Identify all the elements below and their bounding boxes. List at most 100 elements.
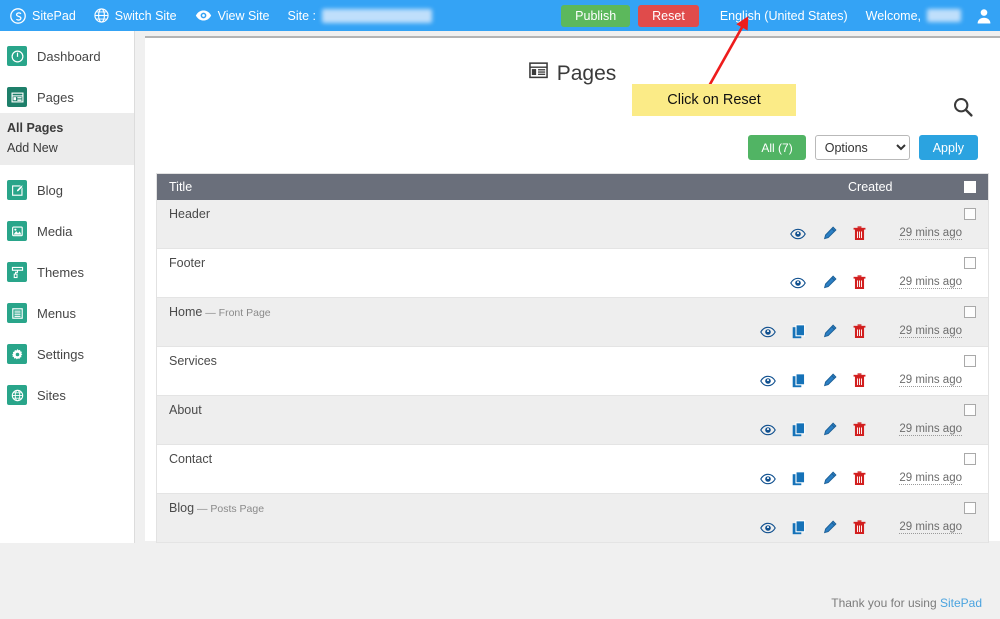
sidebar-gap-5 — [0, 288, 134, 297]
delete-trash-icon[interactable] — [853, 226, 866, 241]
row-title: Services — [169, 354, 217, 368]
preview-eye-icon[interactable] — [790, 228, 806, 240]
settings-gear-icon — [7, 344, 27, 364]
bulk-options-select[interactable]: Options — [815, 135, 910, 160]
row-action-group — [760, 471, 866, 486]
sitepad-logo-icon — [10, 8, 26, 24]
row-checkbox[interactable] — [964, 404, 976, 416]
table-row[interactable]: Header29 mins ago — [157, 200, 988, 249]
column-header-title[interactable]: Title — [169, 180, 848, 194]
sidebar-item-dashboard[interactable]: Dashboard — [0, 40, 134, 72]
delete-trash-icon[interactable] — [853, 422, 866, 437]
page-footer: Thank you for using SitePad — [0, 596, 1000, 610]
row-created-time: 29 mins ago — [899, 276, 962, 289]
sidebar-item-label: Settings — [37, 347, 84, 362]
row-checkbox[interactable] — [964, 502, 976, 514]
delete-trash-icon[interactable] — [853, 324, 866, 339]
duplicate-copy-icon[interactable] — [792, 520, 806, 535]
duplicate-copy-icon[interactable] — [792, 422, 806, 437]
select-all-checkbox[interactable] — [964, 181, 976, 193]
view-site-button[interactable]: View Site — [186, 0, 279, 31]
preview-eye-icon[interactable] — [760, 375, 776, 387]
edit-pencil-icon[interactable] — [822, 324, 837, 339]
sidebar-subitem-add-new[interactable]: Add New — [0, 138, 134, 158]
row-title-text[interactable]: Contact — [169, 452, 212, 466]
row-checkbox[interactable] — [964, 306, 976, 318]
column-header-created[interactable]: Created — [848, 180, 952, 194]
edit-pencil-icon[interactable] — [822, 520, 837, 535]
apply-button[interactable]: Apply — [919, 135, 978, 160]
menus-icon — [7, 303, 27, 323]
row-title-text[interactable]: Home — [169, 305, 202, 319]
sidebar-item-settings[interactable]: Settings — [0, 338, 134, 370]
delete-trash-icon[interactable] — [853, 471, 866, 486]
row-action-group — [760, 520, 866, 535]
duplicate-copy-icon[interactable] — [792, 471, 806, 486]
delete-trash-icon[interactable] — [853, 275, 866, 290]
row-title-text[interactable]: Header — [169, 207, 210, 221]
edit-pencil-icon[interactable] — [822, 373, 837, 388]
footer-sitepad-link[interactable]: SitePad — [940, 596, 982, 610]
search-icon[interactable] — [952, 96, 974, 121]
table-row[interactable]: About 29 mins ago — [157, 396, 988, 445]
table-row[interactable]: Blog — Posts Page29 mins ago — [157, 494, 988, 543]
sidebar: Dashboard Pages All Pages Add New Blog M… — [0, 31, 135, 543]
preview-eye-icon[interactable] — [760, 326, 776, 338]
preview-eye-icon[interactable] — [760, 473, 776, 485]
site-value-redacted — [322, 9, 432, 23]
table-header-row: Title Created — [157, 174, 988, 200]
row-created-time: 29 mins ago — [899, 423, 962, 436]
sidebar-item-media[interactable]: Media — [0, 215, 134, 247]
language-selector[interactable]: English (United States) — [711, 0, 857, 31]
preview-eye-icon[interactable] — [790, 277, 806, 289]
row-created-time: 29 mins ago — [899, 325, 962, 338]
edit-pencil-icon[interactable] — [822, 226, 837, 241]
sidebar-item-blog[interactable]: Blog — [0, 174, 134, 206]
preview-eye-icon[interactable] — [760, 522, 776, 534]
sidebar-gap-3 — [0, 206, 134, 215]
row-title-text[interactable]: Footer — [169, 256, 205, 270]
table-row[interactable]: Services29 mins ago — [157, 347, 988, 396]
reset-button[interactable]: Reset — [638, 5, 699, 27]
table-row[interactable]: Contact29 mins ago — [157, 445, 988, 494]
preview-eye-icon[interactable] — [760, 424, 776, 436]
row-title-text[interactable]: Blog — [169, 501, 194, 515]
sidebar-item-pages[interactable]: Pages — [0, 81, 134, 113]
row-title-text[interactable]: About — [169, 403, 202, 417]
edit-pencil-icon[interactable] — [822, 471, 837, 486]
row-action-group — [760, 422, 866, 437]
welcome-user[interactable]: Welcome, — [857, 0, 970, 31]
welcome-label: Welcome, — [866, 9, 921, 23]
row-title: Footer — [169, 256, 205, 270]
site-field: Site : — [279, 9, 442, 23]
edit-pencil-icon[interactable] — [822, 422, 837, 437]
table-row[interactable]: Footer 29 mins ago — [157, 249, 988, 298]
switch-site-button[interactable]: Switch Site — [85, 0, 186, 31]
brand-sitepad[interactable]: SitePad — [0, 0, 85, 31]
row-checkbox[interactable] — [964, 208, 976, 220]
row-title-text[interactable]: Services — [169, 354, 217, 368]
duplicate-copy-icon[interactable] — [792, 324, 806, 339]
delete-trash-icon[interactable] — [853, 373, 866, 388]
sidebar-item-themes[interactable]: Themes — [0, 256, 134, 288]
sidebar-item-label: Pages — [37, 90, 74, 105]
site-label: Site : — [288, 9, 317, 23]
row-title: Home — Front Page — [169, 305, 271, 319]
username-redacted — [927, 9, 961, 22]
sidebar-item-sites[interactable]: Sites — [0, 379, 134, 411]
delete-trash-icon[interactable] — [853, 520, 866, 535]
sidebar-item-menus[interactable]: Menus — [0, 297, 134, 329]
row-checkbox[interactable] — [964, 257, 976, 269]
user-icon[interactable] — [976, 8, 992, 24]
sidebar-subitem-all-pages[interactable]: All Pages — [0, 118, 134, 138]
filter-all-button[interactable]: All (7) — [748, 135, 805, 160]
table-row[interactable]: Home — Front Page 29 mins ago — [157, 298, 988, 347]
row-action-group — [790, 226, 866, 241]
row-checkbox[interactable] — [964, 355, 976, 367]
row-title: About — [169, 403, 202, 417]
row-checkbox[interactable] — [964, 453, 976, 465]
edit-pencil-icon[interactable] — [822, 275, 837, 290]
pages-window-icon — [529, 61, 548, 86]
duplicate-copy-icon[interactable] — [792, 373, 806, 388]
publish-button[interactable]: Publish — [561, 5, 630, 27]
